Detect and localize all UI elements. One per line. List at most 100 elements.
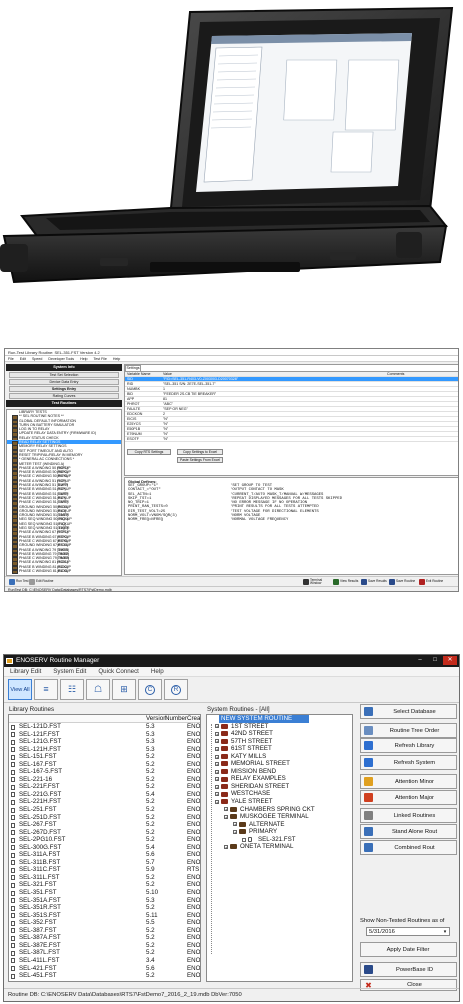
library-routine-row[interactable]: SEL-451.FST 5.2 ENO (9, 972, 200, 980)
system-routine-node[interactable]: + SHERIDAN STREET (207, 783, 352, 791)
expand-icon[interactable]: + (215, 739, 219, 744)
toolbar-button[interactable]: View All (8, 679, 32, 700)
library-routine-row[interactable]: SEL-421.FST 5.6 ENO (9, 965, 200, 973)
system-routine-node[interactable]: + WESTCHASE (207, 790, 352, 798)
expand-icon[interactable]: + (215, 777, 219, 782)
standalone-button[interactable]: Stand Alone Rout (360, 824, 457, 839)
save-routine-button[interactable]: Save Routine (389, 578, 416, 586)
library-routine-row[interactable]: SEL-151.FST 5.2 ENO (9, 753, 200, 761)
rating-curves-button[interactable]: Rating Curves (9, 393, 119, 399)
linked-button[interactable]: Linked Routines (360, 808, 457, 823)
library-routine-row[interactable]: SEL-251D.FST 5.2 ENO (9, 814, 200, 822)
menu-item[interactable]: Developer Tools (48, 356, 74, 361)
system-routine-node[interactable]: + KATY MILLS (207, 753, 352, 761)
test-set-selection-button[interactable]: Test Set Selection (9, 372, 119, 378)
expand-icon[interactable]: + (215, 792, 219, 797)
library-routine-row[interactable]: SEL-167.FST 5.2 ENO (9, 761, 200, 769)
menu-item[interactable]: Edit (20, 356, 26, 361)
expand-icon[interactable]: + (233, 822, 237, 827)
system-routines-tree[interactable]: NEW SYSTEM ROUTINE +1ST STREET +42ND STREE… (206, 714, 353, 982)
toolbar-button[interactable]: ☷ (60, 679, 84, 700)
menu-item[interactable]: Library Edit (10, 667, 41, 676)
library-routine-row[interactable]: SEL-311C.FST 5.9 RTS (9, 866, 200, 874)
settings-entry-button[interactable]: Settings Entry (9, 386, 119, 392)
toolbar-button[interactable]: ⊞ (112, 679, 136, 700)
expand-icon[interactable]: + (215, 799, 219, 804)
library-routine-row[interactable]: SEL-221G.FST 5.4 ENO (9, 791, 200, 799)
system-routine-node[interactable]: + MEMORIAL STREET (207, 760, 352, 768)
system-routine-node[interactable]: + RELAY EXAMPLES (207, 775, 352, 783)
minimize-icon[interactable]: – (413, 656, 427, 665)
library-routine-row[interactable]: SEL-311A.FST 5.6 ENO (9, 851, 200, 859)
library-routine-row[interactable]: SEL-167-5.FST 5.2 ENO (9, 768, 200, 776)
expand-icon[interactable]: + (215, 769, 219, 774)
library-routine-row[interactable]: SEL-221H.FST 5.2 ENO (9, 798, 200, 806)
save-button[interactable]: Save Results (361, 578, 388, 586)
edit-button[interactable]: Edit Routine (29, 578, 56, 586)
toolbar-button[interactable]: ≡ (34, 679, 58, 700)
expand-icon[interactable] (242, 837, 246, 842)
tree-item[interactable]: PHASE C WINDING 81 PICKUP (81D3) (7, 569, 121, 575)
expand-icon[interactable]: + (224, 845, 228, 850)
expand-icon[interactable]: + (215, 784, 219, 789)
library-routine-row[interactable]: SEL-321.FST 5.2 ENO (9, 881, 200, 889)
attention-major-button[interactable]: Attention Major (360, 790, 457, 805)
terminal-button[interactable]: Terminal Window (303, 578, 330, 586)
system-routine-node[interactable]: NEW SYSTEM ROUTINE (219, 715, 309, 723)
settings-row[interactable]: ESOTF "N" (125, 437, 458, 442)
device-data-entry-button[interactable]: Device Data Entry (9, 379, 119, 385)
expand-icon[interactable]: + (224, 807, 228, 812)
apply-date-filter-button[interactable]: Apply Date Filter (360, 942, 457, 957)
system-routine-node[interactable]: + CHAMBERS SPRING CKT (207, 806, 352, 814)
test-routines-tree[interactable]: LIBRARY TESTS ** SEL ROUTINE NOTES ** GLOB… (6, 409, 122, 576)
library-routines-list[interactable]: Version Number Crea SEL-121D.FST 5.3 ENO SE… (8, 714, 201, 982)
library-routine-row[interactable]: SEL-351R.FST 5.2 ENO (9, 904, 200, 912)
toolbar-button[interactable]: ☖ (86, 679, 110, 700)
toolbar-button[interactable]: C (138, 679, 162, 700)
expand-icon[interactable]: + (215, 731, 219, 736)
library-routine-row[interactable]: SEL-2PG10.FST 5.2 ENO (9, 836, 200, 844)
menu-item[interactable]: Help (113, 356, 120, 361)
library-routine-row[interactable]: SEL-121F.FST 5.3 ENO (9, 731, 200, 739)
results-button[interactable]: View Results (333, 578, 360, 586)
library-routine-row[interactable]: SEL-300G.FST 5.4 ENO (9, 844, 200, 852)
chevron-down-icon[interactable]: ▾ (441, 928, 449, 935)
library-routine-row[interactable]: SEL-221-16 5.2 ENO (9, 776, 200, 784)
library-routine-row[interactable]: SEL-411L.FST 3.4 ENO (9, 957, 200, 965)
expand-icon[interactable]: + (215, 746, 219, 751)
system-routine-node[interactable]: +42ND STREET (207, 730, 352, 738)
menu-item[interactable]: Quick Connect (98, 667, 139, 676)
menu-item[interactable]: Help (151, 667, 164, 676)
library-routine-row[interactable]: SEL-221F.FST 5.2 ENO (9, 783, 200, 791)
exit-button[interactable]: Exit Routine (419, 578, 446, 586)
system-routine-node[interactable]: +61ST STREET (207, 745, 352, 753)
menu-item[interactable]: Help (80, 356, 87, 361)
menu-item[interactable]: File (8, 356, 14, 361)
library-routine-row[interactable]: SEL-351A.FST 5.3 ENO (9, 897, 200, 905)
menu-item[interactable]: System Edit (53, 667, 86, 676)
settings-grid[interactable]: Variable Name Value Comments SID "FID=SEL… (125, 371, 458, 442)
expand-icon[interactable]: + (215, 754, 219, 759)
refresh-system-button[interactable]: Refresh System (360, 755, 457, 770)
copy-settings-to-excel-button[interactable]: Copy Settings to Excel (177, 449, 223, 455)
system-routine-node[interactable]: + ALTERNATE (207, 821, 352, 829)
system-routine-node[interactable]: + ONETA TERMINAL (207, 843, 352, 851)
library-routine-row[interactable]: SEL-311L.FST 5.2 ENO (9, 874, 200, 882)
library-routine-row[interactable]: SEL-387.FST 5.2 ENO (9, 927, 200, 935)
menu-item[interactable]: Speed (32, 356, 42, 361)
expand-icon[interactable]: + (233, 830, 237, 835)
library-routine-row[interactable]: SEL-121G.FST 5.3 ENO (9, 738, 200, 746)
library-routine-row[interactable]: SEL-387E.FST 5.2 ENO (9, 942, 200, 950)
library-routine-row[interactable]: SEL-121H.FST 5.3 ENO (9, 746, 200, 754)
system-routine-node[interactable]: SEL-321.FST (207, 836, 352, 844)
paste-settings-from-excel-button[interactable]: Paste Settings From Excel (177, 457, 223, 463)
menu-item[interactable]: Test File (94, 356, 107, 361)
system-routine-node[interactable]: + MUSKOGEE TERMINAL (207, 813, 352, 821)
system-routine-node[interactable]: + MISSION BEND (207, 768, 352, 776)
system-routine-node[interactable]: + YALE STREET (207, 798, 352, 806)
combined-button[interactable]: Combined Rout (360, 840, 457, 855)
system-routine-node[interactable]: +57TH STREET (207, 738, 352, 746)
library-routine-row[interactable]: SEL-351.FST 5.10 ENO (9, 889, 200, 897)
attention-minor-button[interactable]: Attention Minor (360, 774, 457, 789)
expand-icon[interactable]: + (224, 814, 228, 819)
